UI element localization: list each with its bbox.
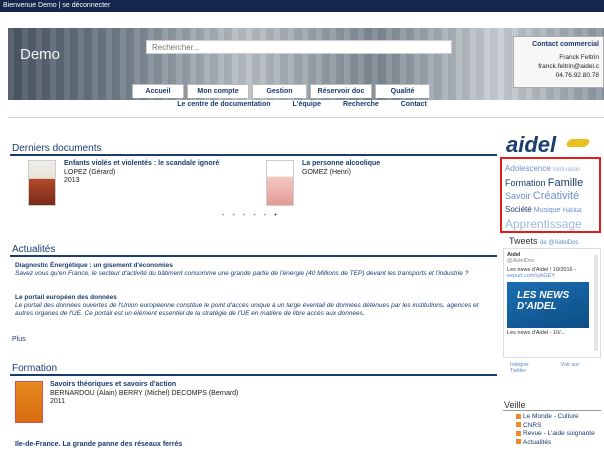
veille-rule <box>503 410 601 411</box>
rss-icon <box>516 422 521 428</box>
section-rule <box>10 255 497 257</box>
tweet-caption[interactable]: Les news d'Aidel - 10/... <box>507 330 597 336</box>
tag[interactable]: Créativité <box>533 190 579 202</box>
veille-list: Le Monde - Culture CNRS Revue - L'aide s… <box>516 413 595 447</box>
book-cover[interactable] <box>15 381 43 423</box>
plus-link[interactable]: Plus <box>12 336 26 343</box>
veille-item-label[interactable]: Le Monde - Culture <box>523 413 579 420</box>
search-input[interactable] <box>146 40 452 54</box>
tweets-by[interactable]: de @AidelDoc <box>540 240 578 246</box>
document-author: GOMEZ (Henri) <box>302 168 351 176</box>
contact-title: Contact commercial <box>532 41 599 48</box>
tweets-footer: Intégrer Voir sur Twitter <box>510 362 604 374</box>
section-rule <box>10 374 497 376</box>
tab-gestion[interactable]: Gestion <box>252 84 307 98</box>
tab-accueil[interactable]: Accueil <box>132 84 184 98</box>
subnav-contact[interactable]: Contact <box>401 101 427 108</box>
tag[interactable]: Adolescence <box>505 164 551 173</box>
carousel-dots[interactable]: •••••• <box>222 212 285 219</box>
tweet-handle[interactable]: @AidelDoc <box>507 258 597 264</box>
document-author: LOPEZ (Gérard) <box>64 168 116 176</box>
subnav-equipe[interactable]: L'équipe <box>293 101 322 108</box>
tag[interactable]: Savoir <box>505 191 531 201</box>
tag[interactable]: Société <box>505 205 532 214</box>
document-title[interactable]: Ile-de-France. La grande panne des résea… <box>15 441 182 450</box>
formation-item: Savoirs théoriques et savoirs d'action B… <box>50 381 238 407</box>
document-title[interactable]: Savoirs théoriques et savoirs d'action <box>50 381 238 390</box>
tweets-title: Tweets <box>509 236 538 246</box>
section-rule <box>10 154 497 156</box>
welcome-bar[interactable]: Bienvenue Demo | se déconnecter <box>0 0 604 12</box>
contact-name: Franck Feltrin <box>559 54 599 61</box>
document-card[interactable]: La personne alcoolique GOMEZ (Henri) <box>266 160 380 206</box>
tag[interactable]: Motivation <box>553 167 580 173</box>
news-title[interactable]: Diagnostic Énergétique : un gisement d'é… <box>15 262 497 270</box>
document-year: 2013 <box>64 177 80 184</box>
tweet-link[interactable]: eepurl.com/cjAGEY <box>507 273 597 279</box>
subnav-recherche[interactable]: Recherche <box>343 101 379 108</box>
document-title[interactable]: La personne alcoolique <box>302 160 380 169</box>
site-brand[interactable]: Demo <box>20 46 60 63</box>
rss-icon <box>516 430 521 436</box>
veille-title: Veille <box>504 400 526 410</box>
tweet-image[interactable]: LES NEWS D'AIDEL <box>507 282 589 328</box>
section-title-actualites: Actualités <box>12 244 56 255</box>
tab-qualite[interactable]: Qualité <box>375 84 430 98</box>
document-card[interactable]: Enfants violés et violentés : le scandal… <box>28 160 219 206</box>
nav-divider <box>8 117 604 118</box>
news-title[interactable]: Le portail européen des données <box>15 294 497 302</box>
aidel-logo[interactable]: aidel <box>506 132 556 158</box>
tag[interactable]: Habitat <box>563 208 582 214</box>
veille-item[interactable]: Actualités <box>516 439 595 448</box>
veille-item-label[interactable]: Actualités <box>523 439 551 446</box>
contact-phone: 04.76.92.80.78 <box>555 72 599 79</box>
tag[interactable]: Famille <box>548 177 583 189</box>
book-cover[interactable] <box>28 160 56 206</box>
tag[interactable]: Apprentissage <box>505 217 582 231</box>
veille-item-label[interactable]: Revue - L'aide soignante <box>523 430 595 437</box>
news-item: Diagnostic Énergétique : un gisement d'é… <box>15 262 497 278</box>
rss-icon <box>516 413 521 419</box>
main-tabs: Accueil Mon compte Gestion Réservoir doc… <box>132 84 433 98</box>
tab-mon-compte[interactable]: Mon compte <box>187 84 249 98</box>
section-title-formation: Formation <box>12 363 58 374</box>
rss-icon <box>516 439 521 445</box>
veille-item[interactable]: Revue - L'aide soignante <box>516 430 595 439</box>
document-year: 2011 <box>50 398 66 405</box>
formation-item: Ile-de-France. La grande panne des résea… <box>15 441 182 450</box>
subnav-centre-documentation[interactable]: Le centre de documentation <box>177 101 270 108</box>
contact-email[interactable]: franck.feltrin@aidel.c <box>518 62 599 71</box>
veille-item-label[interactable]: CNRS <box>523 422 541 429</box>
tweets-header: Tweets de @AidelDoc <box>509 236 578 246</box>
news-item: Le portail européen des données Le porta… <box>15 294 497 318</box>
sub-navigation: Le centre de documentation L'équipe Rech… <box>0 101 604 115</box>
tag[interactable]: Formation <box>505 178 546 188</box>
news-description: Le portail des données ouvertes de l'Uni… <box>15 302 479 317</box>
tag-cloud: Adolescence Motivation Formation Famille… <box>500 157 601 233</box>
tab-reservoir-doc[interactable]: Réservoir doc <box>310 84 372 98</box>
tweets-scrollbar[interactable] <box>594 255 598 351</box>
logo-swoosh-icon <box>565 139 591 147</box>
veille-item[interactable]: Le Monde - Culture <box>516 413 595 422</box>
document-author: BERNARDOU (Alain) BERRY (Michel) DECOMPS… <box>50 389 239 397</box>
sales-contact-box: Contact commercial Franck Feltrin franck… <box>513 36 604 88</box>
carousel-dot-active[interactable]: • <box>274 212 284 219</box>
veille-item[interactable]: CNRS <box>516 422 595 431</box>
news-description: Savez vous qu'en France, le secteur d'ac… <box>15 270 469 277</box>
tag[interactable]: Musique <box>534 207 560 214</box>
document-title[interactable]: Enfants violés et violentés : le scandal… <box>64 160 219 169</box>
book-cover[interactable] <box>266 160 294 206</box>
section-title-derniers: Derniers documents <box>12 143 102 154</box>
twitter-timeline[interactable]: Aidel @AidelDoc Les news d'Aidel ! 10/20… <box>503 248 601 358</box>
